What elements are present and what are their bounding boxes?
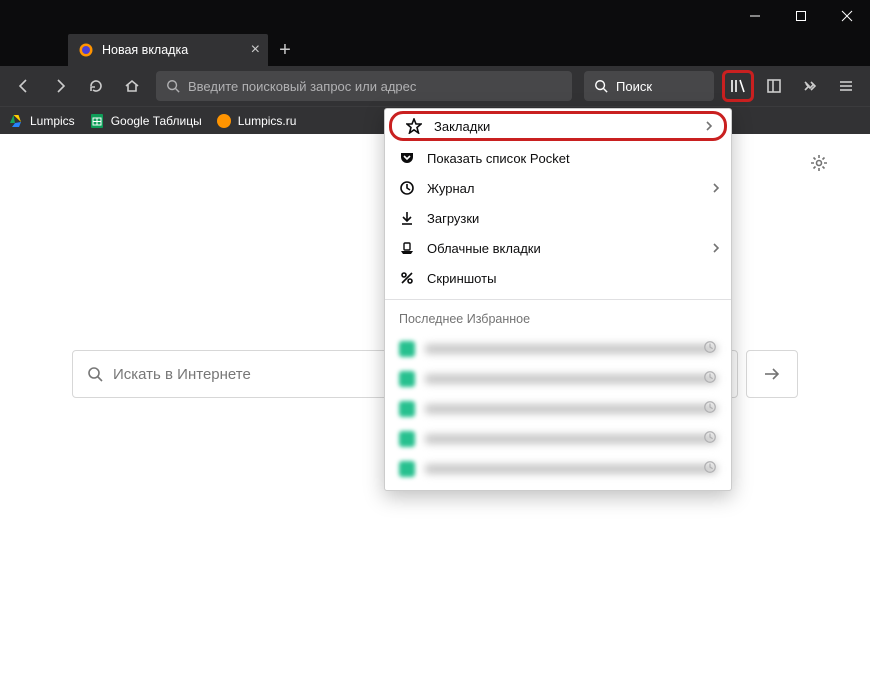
panel-item-label: Загрузки: [427, 211, 479, 226]
panel-item-label: Журнал: [427, 181, 474, 196]
url-bar[interactable]: Введите поисковый запрос или адрес: [156, 71, 572, 101]
sidebar-button[interactable]: [758, 70, 790, 102]
tab-strip: Новая вкладка × +: [0, 32, 870, 66]
recent-item[interactable]: [385, 364, 731, 394]
bookmark-item-sheets[interactable]: Google Таблицы: [89, 113, 202, 129]
chevron-right-icon: [711, 181, 721, 196]
bookmark-label: Google Таблицы: [111, 114, 202, 128]
pocket-icon: [399, 150, 415, 166]
panel-item-screenshots[interactable]: Скриншоты: [385, 263, 731, 293]
panel-item-label: Показать список Pocket: [427, 151, 570, 166]
panel-separator: [385, 299, 731, 300]
bookmark-item-lumpicsru[interactable]: Lumpics.ru: [216, 113, 297, 129]
search-icon: [166, 79, 180, 93]
panel-item-synced-tabs[interactable]: Облачные вкладки: [385, 233, 731, 263]
recent-item-label: [425, 374, 717, 384]
tab-active[interactable]: Новая вкладка ×: [68, 34, 268, 66]
customize-gear-icon[interactable]: [810, 154, 828, 177]
history-icon: [703, 400, 717, 419]
site-icon: [216, 113, 232, 129]
recent-item-label: [425, 434, 717, 444]
panel-recent-heading: Последнее Избранное: [385, 306, 731, 334]
panel-item-bookmarks[interactable]: Закладки: [389, 111, 727, 141]
window-titlebar: [0, 0, 870, 32]
library-panel: Закладки Показать список Pocket Журнал З…: [384, 108, 732, 491]
home-button[interactable]: [116, 70, 148, 102]
chevron-right-icon: [711, 241, 721, 256]
window-maximize-button[interactable]: [778, 0, 824, 32]
bookmark-item-lumpics[interactable]: Lumpics: [8, 113, 75, 129]
history-icon: [703, 460, 717, 479]
history-icon: [399, 180, 415, 196]
nav-toolbar: Введите поисковый запрос или адрес Поиск: [0, 66, 870, 106]
recent-item-label: [425, 464, 717, 474]
panel-item-pocket[interactable]: Показать список Pocket: [385, 143, 731, 173]
overflow-button[interactable]: [794, 70, 826, 102]
forward-button[interactable]: [44, 70, 76, 102]
history-icon: [703, 370, 717, 389]
newtab-search-placeholder: Искать в Интернете: [113, 366, 251, 383]
drive-icon: [8, 113, 24, 129]
reload-button[interactable]: [80, 70, 112, 102]
site-icon: [399, 401, 415, 417]
window-close-button[interactable]: [824, 0, 870, 32]
site-icon: [399, 461, 415, 477]
recent-item[interactable]: [385, 334, 731, 364]
screenshot-icon: [399, 270, 415, 286]
bookmark-label: Lumpics.ru: [238, 114, 297, 128]
hamburger-menu-button[interactable]: [830, 70, 862, 102]
panel-item-downloads[interactable]: Загрузки: [385, 203, 731, 233]
library-button[interactable]: [722, 70, 754, 102]
search-icon: [87, 366, 103, 382]
history-icon: [703, 430, 717, 449]
panel-item-label: Облачные вкладки: [427, 241, 541, 256]
site-icon: [399, 371, 415, 387]
sheets-icon: [89, 113, 105, 129]
synced-tabs-icon: [399, 240, 415, 256]
search-bar[interactable]: Поиск: [584, 71, 714, 101]
bookmark-label: Lumpics: [30, 114, 75, 128]
firefox-icon: [78, 42, 94, 58]
recent-item[interactable]: [385, 454, 731, 484]
recent-item-label: [425, 404, 717, 414]
chevron-right-icon: [704, 119, 714, 134]
window-minimize-button[interactable]: [732, 0, 778, 32]
search-placeholder: Поиск: [616, 79, 652, 94]
site-icon: [399, 431, 415, 447]
star-icon: [406, 118, 422, 134]
recent-item[interactable]: [385, 424, 731, 454]
recent-item-label: [425, 344, 717, 354]
tab-close-icon[interactable]: ×: [251, 42, 260, 58]
panel-item-label: Скриншоты: [427, 271, 496, 286]
newtab-search-submit[interactable]: [746, 350, 798, 398]
history-icon: [703, 340, 717, 359]
panel-item-history[interactable]: Журнал: [385, 173, 731, 203]
recent-item[interactable]: [385, 394, 731, 424]
search-icon: [594, 79, 608, 93]
back-button[interactable]: [8, 70, 40, 102]
site-icon: [399, 341, 415, 357]
panel-item-label: Закладки: [434, 119, 490, 134]
tab-title: Новая вкладка: [102, 43, 188, 57]
url-placeholder: Введите поисковый запрос или адрес: [188, 79, 416, 94]
download-icon: [399, 210, 415, 226]
new-tab-button[interactable]: +: [268, 34, 302, 66]
